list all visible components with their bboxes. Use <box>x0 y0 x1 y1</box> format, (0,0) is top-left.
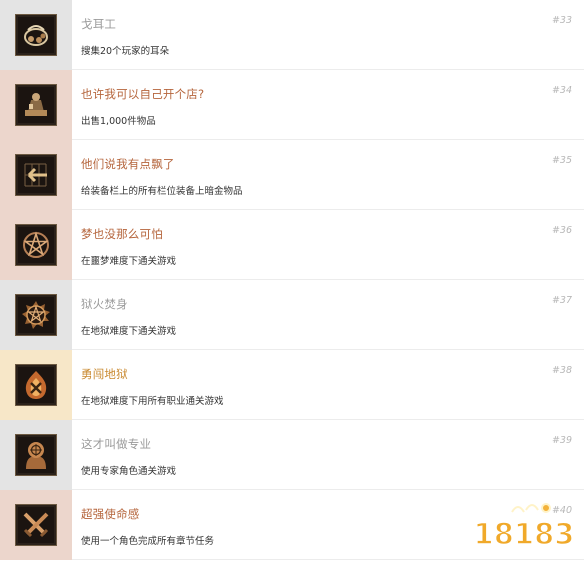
merchant-icon <box>15 84 57 126</box>
achievement-content: 勇闯地狱 在地狱难度下用所有职业通关游戏 #38 <box>72 350 584 420</box>
achievement-row[interactable]: 这才叫做专业 使用专家角色通关游戏 #39 <box>0 420 584 490</box>
achievement-row[interactable]: 狱火焚身 在地狱难度下通关游戏 #37 <box>0 280 584 350</box>
icon-panel <box>0 70 72 140</box>
expert-head-icon <box>15 434 57 476</box>
crossed-swords-icon <box>15 504 57 546</box>
achievement-number: #33 <box>551 15 572 26</box>
achievement-description: 出售1,000件物品 <box>81 116 156 127</box>
watermark-text: 18183 <box>474 517 575 551</box>
achievement-description: 使用专家角色通关游戏 <box>81 466 177 477</box>
achievement-row[interactable]: 也许我可以自己开个店? 出售1,000件物品 #34 <box>0 70 584 140</box>
achievement-content: 他们说我有点飘了 给装备栏上的所有栏位装备上暗金物品 #35 <box>72 140 584 210</box>
achievement-title: 超强使命感 <box>81 507 140 521</box>
achievement-title: 勇闯地狱 <box>81 367 128 381</box>
achievement-title: 他们说我有点飘了 <box>81 157 175 171</box>
icon-panel <box>0 140 72 210</box>
achievement-number: #34 <box>551 85 572 96</box>
achievement-row[interactable]: 他们说我有点飘了 给装备栏上的所有栏位装备上暗金物品 #35 <box>0 140 584 210</box>
achievement-row[interactable]: 勇闯地狱 在地狱难度下用所有职业通关游戏 #38 <box>0 350 584 420</box>
achievement-description: 给装备栏上的所有栏位装备上暗金物品 <box>81 186 243 197</box>
achievement-description: 在噩梦难度下通关游戏 <box>81 256 177 267</box>
achievement-description: 使用一个角色完成所有章节任务 <box>81 536 215 547</box>
achievement-number: #37 <box>551 295 572 306</box>
achievement-content: 狱火焚身 在地狱难度下通关游戏 #37 <box>72 280 584 350</box>
achievement-description: 搜集20个玩家的耳朵 <box>81 46 170 57</box>
watermark-logo: 18183 <box>472 498 576 556</box>
achievement-title: 梦也没那么可怕 <box>81 227 163 241</box>
ear-bundle-icon <box>15 14 57 56</box>
achievement-number: #36 <box>551 225 572 236</box>
achievement-title: 也许我可以自己开个店? <box>81 87 205 101</box>
achievement-content: 也许我可以自己开个店? 出售1,000件物品 #34 <box>72 70 584 140</box>
achievement-number: #39 <box>551 435 572 446</box>
achievement-number: #35 <box>551 155 572 166</box>
icon-panel <box>0 420 72 490</box>
achievement-row[interactable]: 梦也没那么可怕 在噩梦难度下通关游戏 #36 <box>0 210 584 280</box>
achievement-title: 这才叫做专业 <box>81 437 152 451</box>
icon-panel <box>0 280 72 350</box>
achievement-title: 戈耳工 <box>81 17 117 31</box>
achievement-content: 梦也没那么可怕 在噩梦难度下通关游戏 #36 <box>72 210 584 280</box>
pentagram-icon <box>15 224 57 266</box>
achievement-title: 狱火焚身 <box>81 297 128 311</box>
achievement-description: 在地狱难度下用所有职业通关游戏 <box>81 396 224 407</box>
achievement-list: 戈耳工 搜集20个玩家的耳朵 #33 也许我可以自己开个店? 出售1,000件物… <box>0 0 584 560</box>
achievement-description: 在地狱难度下通关游戏 <box>81 326 177 337</box>
icon-panel <box>0 210 72 280</box>
icon-panel <box>0 350 72 420</box>
fire-swords-icon <box>15 364 57 406</box>
achievement-content: 戈耳工 搜集20个玩家的耳朵 #33 <box>72 0 584 70</box>
icon-panel <box>0 490 72 560</box>
achievement-row[interactable]: 戈耳工 搜集20个玩家的耳朵 #33 <box>0 0 584 70</box>
icon-panel <box>0 0 72 70</box>
flaming-pentagram-icon <box>15 294 57 336</box>
achievement-number: #38 <box>551 365 572 376</box>
arrow-grid-icon <box>15 154 57 196</box>
achievement-content: 这才叫做专业 使用专家角色通关游戏 #39 <box>72 420 584 490</box>
